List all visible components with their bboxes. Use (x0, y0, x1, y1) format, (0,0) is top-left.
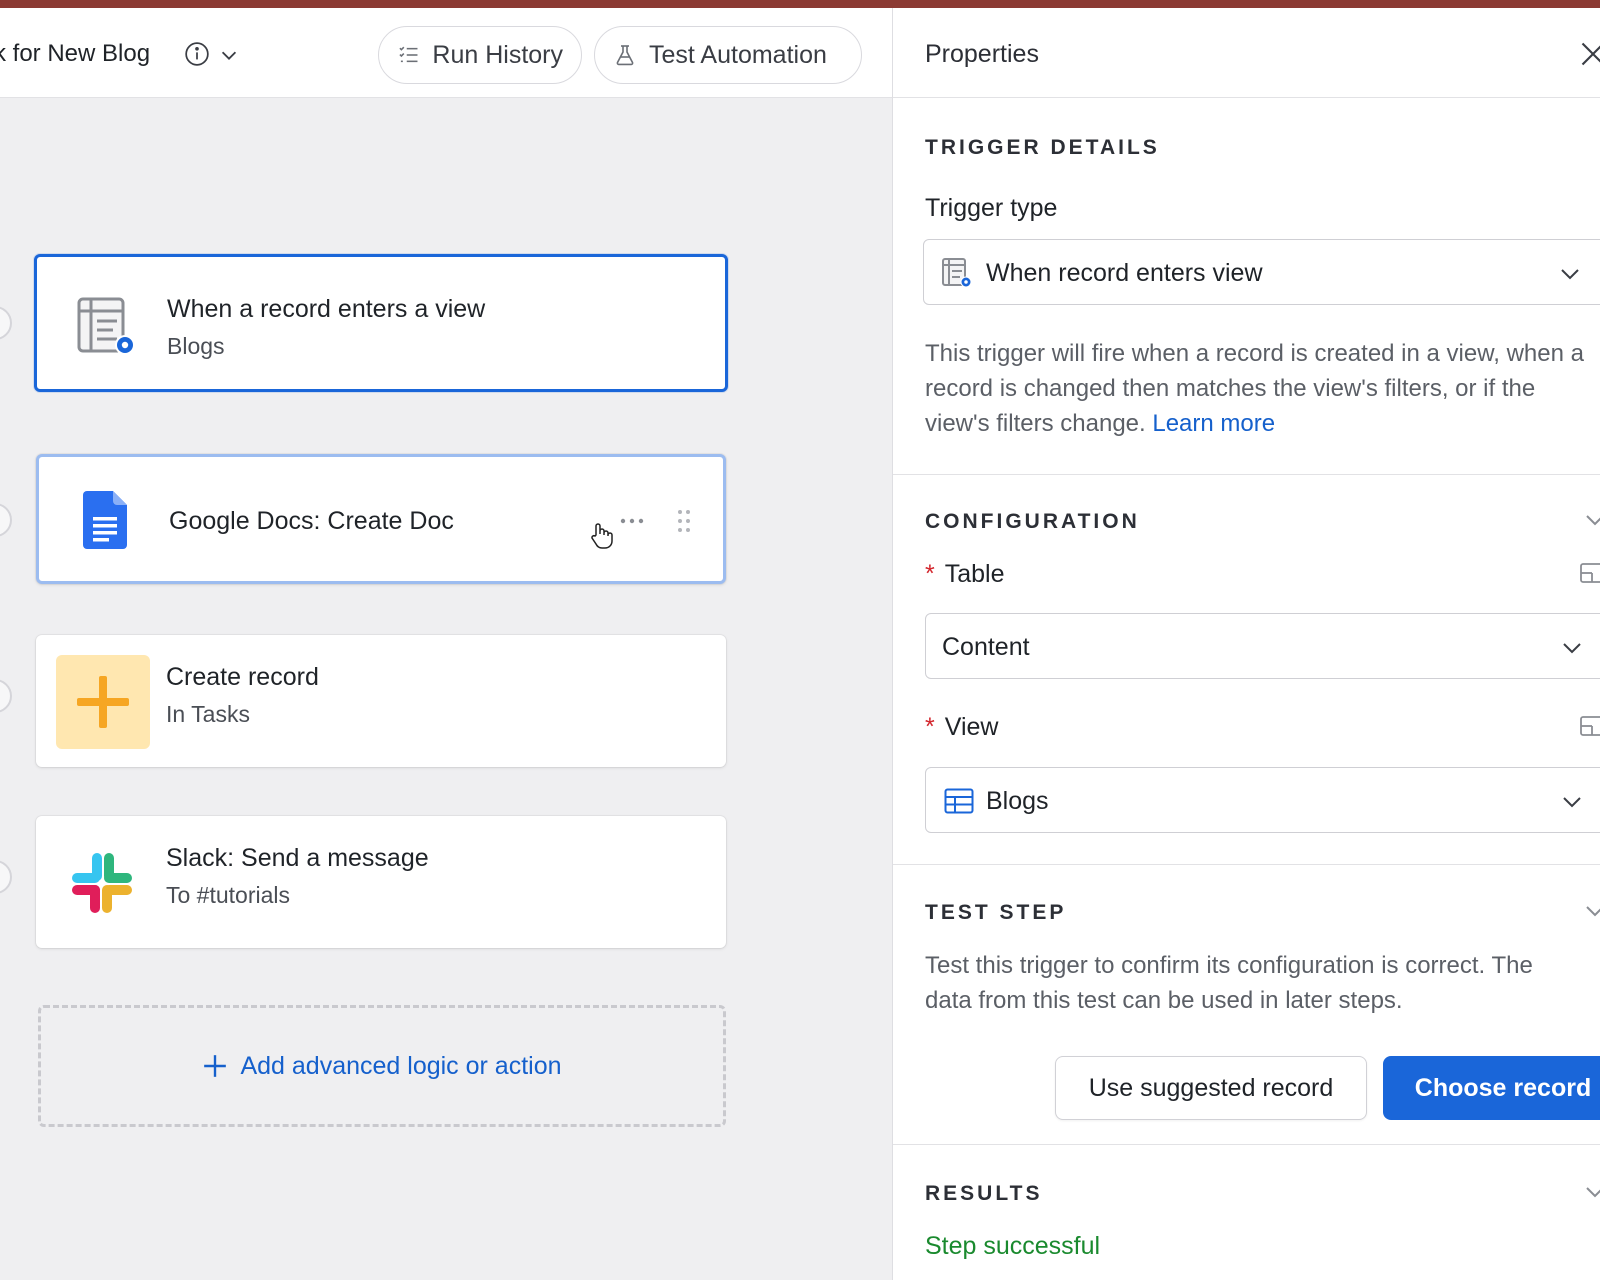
add-action-label: Add advanced logic or action (240, 1051, 562, 1080)
required-asterisk: * (925, 560, 935, 588)
table-dropdown[interactable]: Content (925, 613, 1600, 679)
step-subtitle: In Tasks (166, 701, 250, 727)
trigger-description: This trigger will fire when a record is … (925, 336, 1585, 441)
chevron-down-icon (1561, 269, 1579, 280)
test-step-heading: TEST STEP (925, 901, 1067, 924)
test-automation-button[interactable]: Test Automation (594, 26, 862, 84)
trigger-type-value: When record enters view (986, 259, 1263, 287)
choose-record-button[interactable]: Choose record (1383, 1056, 1600, 1120)
table-label-text: Table (944, 560, 1005, 588)
step-subtitle: Blogs (167, 333, 225, 359)
configuration-heading: CONFIGURATION (925, 510, 1140, 533)
step-title: When a record enters a view (167, 295, 486, 323)
section-divider (893, 864, 1600, 865)
workflow-title[interactable]: k for New Blog (0, 40, 150, 68)
chevron-down-icon[interactable] (1583, 508, 1600, 532)
chevron-down-icon[interactable] (218, 44, 240, 66)
table-value: Content (942, 633, 1030, 661)
step-title: Slack: Send a message (166, 844, 429, 872)
chevron-down-icon (1563, 797, 1581, 808)
view-label-text: View (944, 713, 999, 741)
more-options-icon[interactable] (619, 517, 645, 525)
step-connector-handle[interactable] (0, 860, 12, 894)
flask-icon (616, 45, 634, 66)
expand-panel-icon[interactable] (1579, 562, 1600, 584)
results-status: Step successful (925, 1232, 1101, 1260)
list-check-icon (399, 46, 418, 63)
add-action-button[interactable]: Add advanced logic or action (38, 1005, 726, 1127)
chevron-down-icon (1563, 643, 1581, 654)
window-top-stripe (0, 0, 1600, 8)
expand-panel-icon[interactable] (1579, 715, 1600, 737)
trigger-step-card[interactable]: When a record enters a view Blogs (34, 254, 728, 392)
table-label: * Table (925, 560, 1005, 589)
view-label: * View (925, 713, 998, 742)
run-history-label: Run History (432, 40, 563, 69)
chevron-down-icon[interactable] (1583, 899, 1600, 923)
trigger-type-dropdown[interactable]: When record enters view (923, 239, 1600, 305)
properties-title: Properties (925, 40, 1039, 68)
drag-handle-icon[interactable] (677, 509, 691, 533)
hand-cursor-icon (591, 523, 613, 549)
properties-header: Properties (893, 8, 1600, 98)
step-subtitle: To #tutorials (166, 882, 291, 908)
trigger-details-heading: TRIGGER DETAILS (925, 136, 1160, 159)
create-record-step-card[interactable]: Create record In Tasks (36, 635, 726, 767)
automation-canvas: k for New Blog Run History Test Automati… (0, 8, 892, 1280)
grid-view-icon (944, 788, 974, 814)
step-connector-handle[interactable] (0, 503, 12, 537)
test-step-description: Test this trigger to confirm its configu… (925, 952, 1533, 1014)
slack-step-card[interactable]: Slack: Send a message To #tutorials (36, 816, 726, 948)
use-suggested-record-button[interactable]: Use suggested record (1055, 1056, 1367, 1120)
plus-icon (204, 1055, 227, 1077)
section-divider (893, 474, 1600, 475)
step-title: Create record (166, 663, 319, 691)
canvas-toolbar: k for New Blog Run History Test Automati… (0, 8, 892, 98)
required-asterisk: * (925, 713, 935, 741)
trigger-type-label: Trigger type (925, 194, 1058, 222)
google-docs-icon (83, 491, 127, 549)
info-icon[interactable] (184, 41, 210, 67)
table-eye-icon (942, 258, 972, 288)
step-title: Google Docs: Create Doc (169, 507, 454, 535)
chevron-down-icon[interactable] (1583, 1180, 1600, 1204)
results-heading: RESULTS (925, 1182, 1043, 1205)
slack-icon (72, 853, 132, 913)
properties-panel: Properties TRIGGER DETAILS Trigger type … (892, 8, 1600, 1280)
step-connector-handle[interactable] (0, 679, 12, 713)
table-eye-icon (77, 297, 135, 355)
view-value: Blogs (986, 787, 1049, 815)
section-divider (893, 1144, 1600, 1145)
plus-icon (56, 655, 150, 749)
view-dropdown[interactable]: Blogs (925, 767, 1600, 833)
step-connector-handle[interactable] (0, 306, 12, 340)
run-history-button[interactable]: Run History (378, 26, 582, 84)
learn-more-link[interactable]: Learn more (1152, 410, 1275, 437)
google-docs-step-card[interactable]: Google Docs: Create Doc (36, 454, 726, 584)
close-icon[interactable] (1579, 40, 1600, 68)
test-automation-label: Test Automation (649, 40, 827, 69)
